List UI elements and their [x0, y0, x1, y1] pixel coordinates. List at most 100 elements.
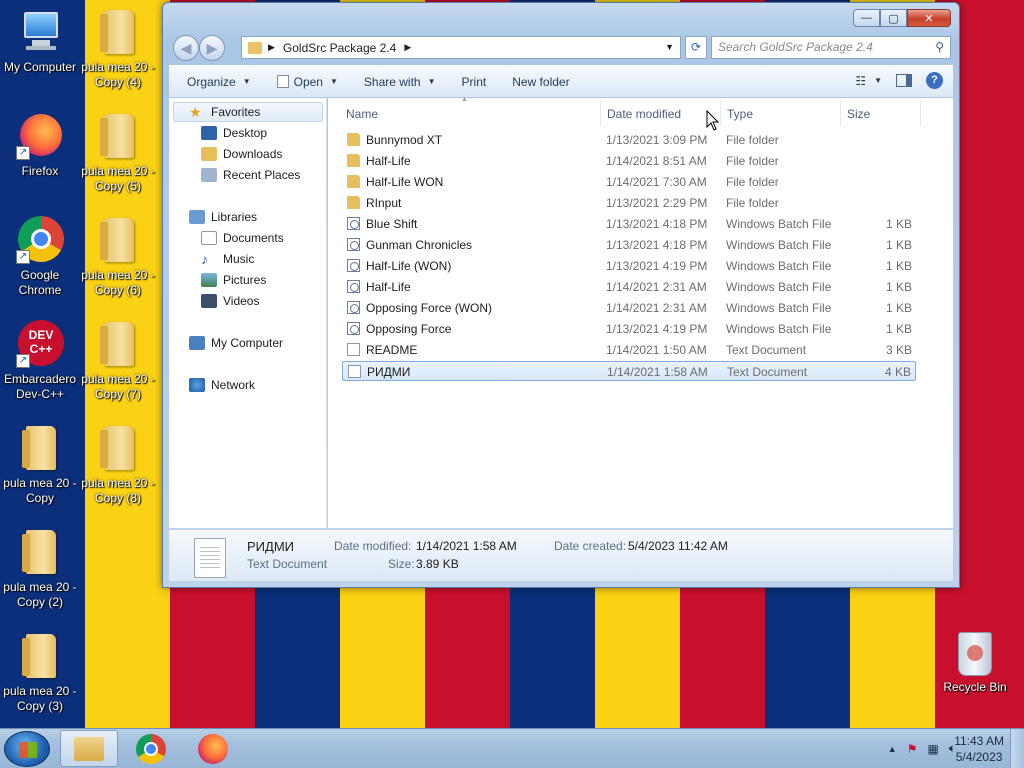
taskbar-chrome-button[interactable]	[122, 730, 180, 767]
file-row[interactable]: Half-Life WON 1/14/2021 7:30 AM File folde…	[342, 172, 916, 192]
chevron-down-icon[interactable]: ▼	[665, 42, 674, 52]
open-button[interactable]: Open ▼	[276, 75, 338, 89]
forward-button[interactable]: ▶	[199, 35, 225, 61]
clock[interactable]: 11:43 AM 5/4/2023	[954, 733, 1004, 765]
maximize-button[interactable]: ▢	[880, 9, 907, 27]
file-row[interactable]: Half-Life 1/14/2021 8:51 AM File folder	[342, 151, 916, 171]
file-row[interactable]: Bunnymod XT 1/13/2021 3:09 PM File folder	[342, 130, 916, 150]
desktop-icon-recycle-bin[interactable]: Recycle Bin	[940, 632, 1010, 694]
file-date: 1/14/2021 1:50 AM	[606, 343, 707, 357]
desktop-icon-folder[interactable]: pula mea 20 - Copy (8)	[78, 424, 158, 506]
desktop-icon-label: pula mea 20 - Copy (3)	[3, 684, 77, 713]
minimize-button[interactable]: —	[853, 9, 880, 27]
taskbar-explorer-button[interactable]	[60, 730, 118, 767]
show-hidden-icons-icon[interactable]: ▲	[888, 744, 897, 754]
chevron-down-icon[interactable]: ▼	[874, 76, 882, 85]
file-type: Text Document	[727, 365, 808, 379]
computer-icon	[189, 336, 205, 350]
folder-icon	[248, 41, 262, 54]
column-header-name[interactable]: Name	[346, 102, 378, 126]
file-row[interactable]: Half-Life (WON) 1/13/2021 4:19 PM Windows …	[342, 256, 916, 276]
search-input[interactable]: Search GoldSrc Package 2.4 ⚲	[711, 36, 951, 59]
details-file-name: РИДМИ	[247, 539, 294, 554]
column-divider[interactable]	[920, 100, 921, 126]
file-date: 1/14/2021 2:31 AM	[606, 301, 707, 315]
taskbar-firefox-button[interactable]	[184, 730, 242, 767]
desktop-icon-firefox[interactable]: ↗ Firefox	[0, 112, 80, 179]
file-row[interactable]: Half-Life 1/14/2021 2:31 AM Windows Batch …	[342, 277, 916, 297]
folder-icon	[16, 632, 64, 680]
address-bar[interactable]: ▶ GoldSrc Package 2.4 ▶ ▼	[241, 36, 681, 59]
column-divider[interactable]	[600, 100, 601, 126]
desktop-icon-folder[interactable]: pula mea 20 - Copy	[0, 424, 80, 506]
file-row[interactable]: Gunman Chronicles 1/13/2021 4:18 PM Window…	[342, 235, 916, 255]
close-button[interactable]: ✕	[907, 9, 951, 27]
file-row[interactable]: Opposing Force (WON) 1/14/2021 2:31 AM Win…	[342, 298, 916, 318]
column-divider[interactable]	[720, 100, 721, 126]
firefox-icon: ↗	[16, 112, 64, 160]
preview-pane-icon[interactable]	[896, 74, 912, 87]
desktop-icon-folder[interactable]: pula mea 20 - Copy (5)	[78, 112, 158, 194]
details-date-created: 5/4/2023 11:42 AM	[628, 539, 728, 553]
navigation-pane: ★ Favorites Desktop Downloads Recent Plac…	[169, 98, 327, 528]
breadcrumb-chevron-icon[interactable]: ▶	[268, 42, 275, 53]
print-button[interactable]: Print	[462, 75, 487, 89]
nav-documents[interactable]: Documents	[201, 228, 284, 248]
view-controls: ☷ ▼ ?	[841, 72, 943, 89]
file-size: 1 KB	[885, 238, 912, 252]
explorer-window[interactable]: — ▢ ✕ ◀ ▶ ▶ GoldSrc Package 2.4 ▶ ▼ ⟳ Se…	[162, 2, 960, 588]
file-row[interactable]: RInput 1/13/2021 2:29 PM File folder	[342, 193, 916, 213]
network-icon[interactable]: ▦	[927, 742, 938, 756]
share-with-button[interactable]: Share with ▼	[364, 75, 436, 89]
file-row[interactable]: Opposing Force 1/13/2021 4:19 PM Windows B…	[342, 319, 916, 339]
desktop-icon-devcpp[interactable]: DEV C++ ↗ Embarcadero Dev-C++	[0, 320, 80, 402]
clock-date: 5/4/2023	[955, 750, 1003, 764]
desktop-icon-folder[interactable]: pula mea 20 - Copy (6)	[78, 216, 158, 298]
clock-time: 11:43 AM	[954, 734, 1004, 748]
back-button[interactable]: ◀	[173, 35, 199, 61]
column-header-size[interactable]: Size	[847, 102, 870, 126]
column-header-date[interactable]: Date modified	[607, 102, 681, 126]
file-row[interactable]: РИДМИ 1/14/2021 1:58 AM Text Document 4 KB	[342, 361, 916, 381]
desktop-icon-folder[interactable]: pula mea 20 - Copy (7)	[78, 320, 158, 402]
nav-libraries[interactable]: Libraries	[189, 207, 257, 227]
address-row: ◀ ▶ ▶ GoldSrc Package 2.4 ▶ ▼ ⟳ Search G…	[169, 35, 953, 61]
nav-network[interactable]: Network	[189, 375, 255, 395]
refresh-button[interactable]: ⟳	[685, 36, 707, 59]
nav-music[interactable]: ♪ Music	[201, 249, 254, 269]
nav-recent-places[interactable]: Recent Places	[201, 165, 300, 185]
start-button[interactable]	[4, 731, 50, 767]
breadcrumb-chevron-icon[interactable]: ▶	[404, 42, 411, 53]
view-options-icon[interactable]: ☷	[855, 74, 866, 88]
desktop-icon-label: pula mea 20 - Copy (8)	[81, 476, 155, 505]
desktop-icon-chrome[interactable]: ↗ Google Chrome	[0, 216, 80, 298]
action-center-icon[interactable]: ⚑	[907, 742, 918, 756]
shortcut-arrow-icon: ↗	[16, 354, 30, 368]
new-folder-button[interactable]: New folder	[512, 75, 569, 89]
nav-videos[interactable]: Videos	[201, 291, 259, 311]
show-desktop-button[interactable]	[1010, 729, 1024, 768]
nav-my-computer[interactable]: My Computer	[189, 333, 283, 353]
search-icon[interactable]: ⚲	[935, 37, 944, 58]
organize-button[interactable]: Organize ▼	[187, 75, 251, 89]
breadcrumb-current[interactable]: GoldSrc Package 2.4	[283, 41, 396, 55]
desktop-icon-folder[interactable]: pula mea 20 - Copy (2)	[0, 528, 80, 610]
column-divider[interactable]	[840, 100, 841, 126]
nav-pictures[interactable]: Pictures	[201, 270, 266, 290]
desktop-icon-my-computer[interactable]: My Computer	[0, 8, 80, 75]
file-date: 1/13/2021 4:18 PM	[606, 217, 708, 231]
pictures-icon	[201, 273, 217, 287]
desktop-icon-folder[interactable]: pula mea 20 - Copy (4)	[78, 8, 158, 90]
file-name: Blue Shift	[366, 217, 418, 231]
recent-places-icon	[201, 168, 217, 182]
nav-downloads[interactable]: Downloads	[201, 144, 282, 164]
file-row[interactable]: Blue Shift 1/13/2021 4:18 PM Windows Batch…	[342, 214, 916, 234]
nav-favorites[interactable]: ★ Favorites	[189, 102, 260, 122]
file-name: Half-Life	[366, 280, 411, 294]
help-icon[interactable]: ?	[926, 72, 943, 89]
column-header-type[interactable]: Type	[727, 102, 753, 126]
file-row[interactable]: README 1/14/2021 1:50 AM Text Document 3 KB	[342, 340, 916, 360]
nav-desktop[interactable]: Desktop	[201, 123, 267, 143]
details-date-modified: 1/14/2021 1:58 AM	[416, 539, 517, 553]
desktop-icon-folder[interactable]: pula mea 20 - Copy (3)	[0, 632, 80, 714]
